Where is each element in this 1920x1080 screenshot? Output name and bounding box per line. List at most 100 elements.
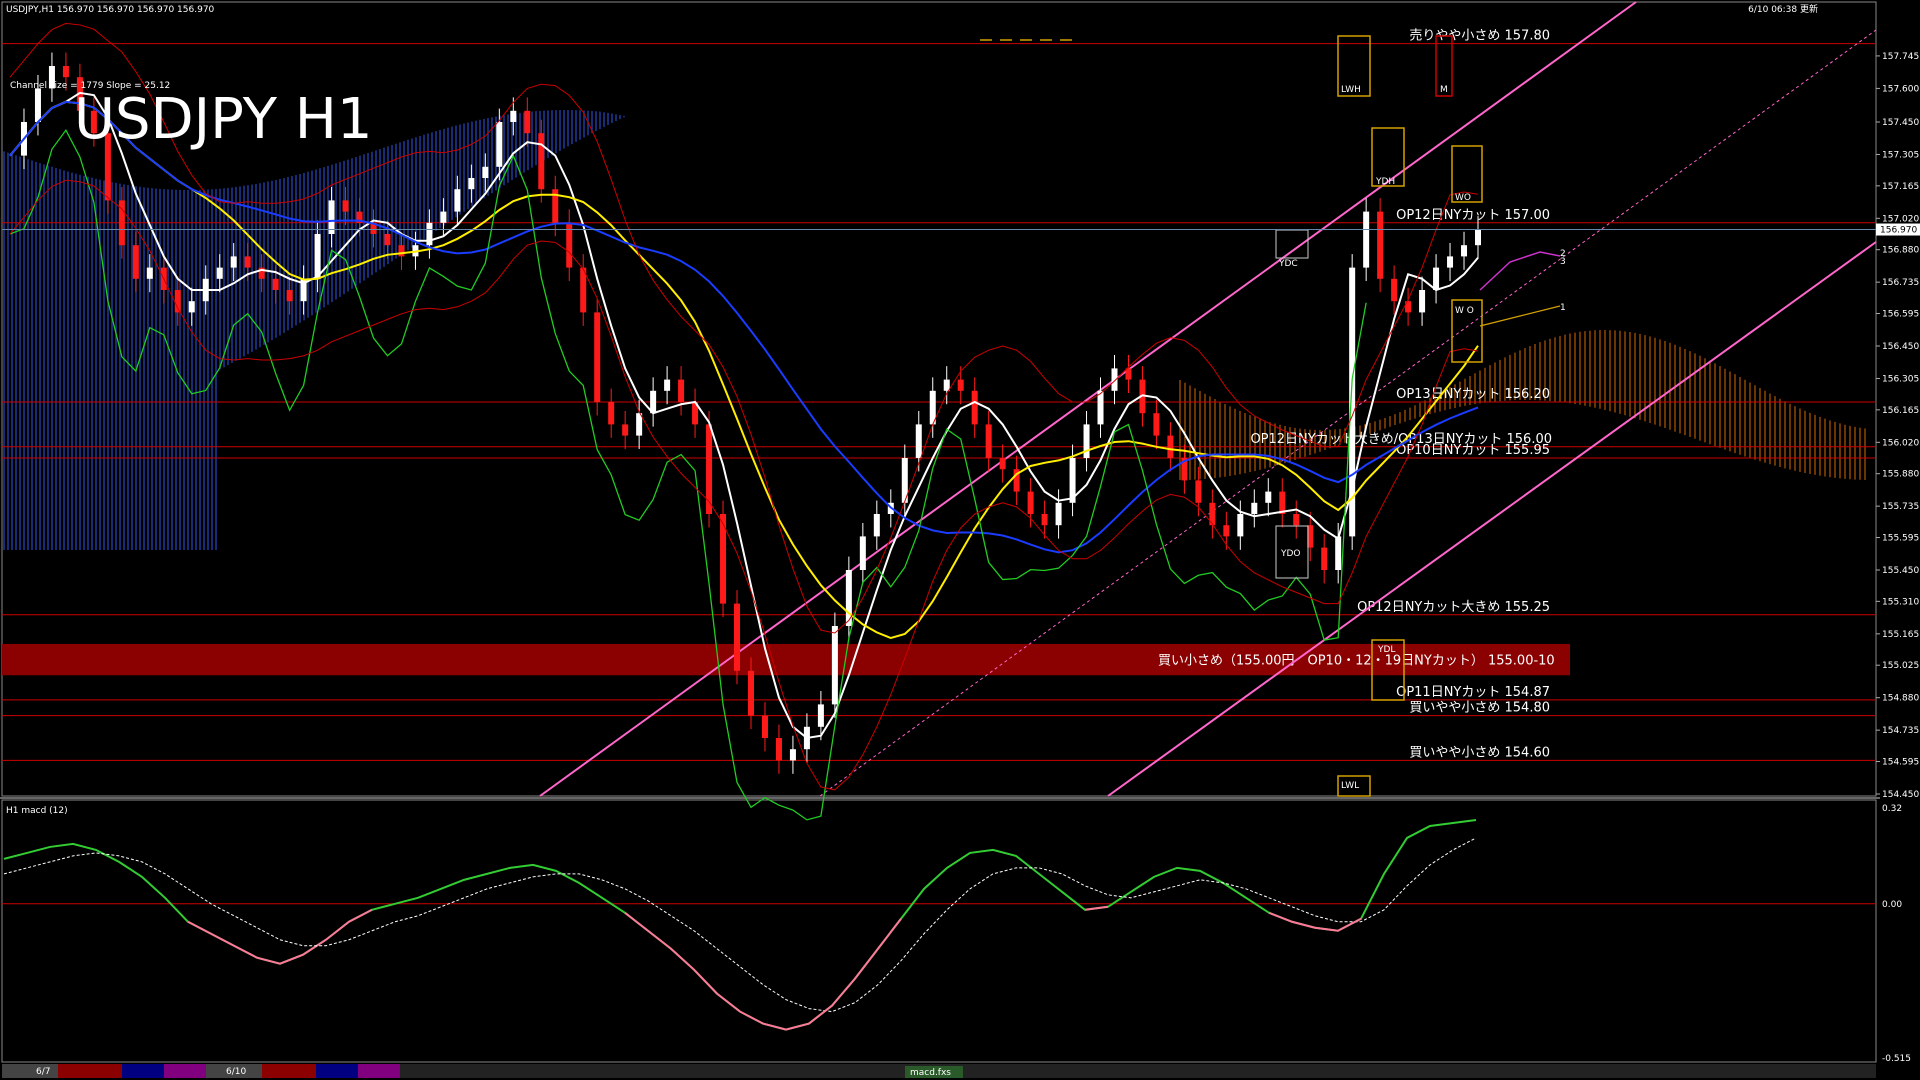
price-tick-label: 155.880: [1882, 470, 1919, 480]
candle-body: [622, 424, 629, 436]
candle-body: [328, 200, 335, 234]
candle-body: [1293, 514, 1300, 526]
level-label: 買いやや小さめ 154.60: [1409, 745, 1550, 760]
candle-body: [1237, 514, 1244, 537]
candle-body: [915, 424, 922, 458]
candle-body: [775, 738, 782, 761]
projection-label-3: 3: [1560, 257, 1566, 267]
bottom-bar-seg-4: [164, 1064, 206, 1078]
price-tick-label: 154.880: [1882, 694, 1919, 704]
candle-body: [985, 424, 992, 458]
candle-body: [342, 200, 349, 212]
candle-body: [1335, 536, 1342, 570]
level-label: 売りやや小さめ 157.80: [1409, 28, 1550, 44]
candle-body: [999, 458, 1006, 470]
candle-body: [859, 536, 866, 570]
price-tick-label: 154.595: [1882, 758, 1919, 768]
macd-title: H1 macd (12): [6, 806, 68, 816]
bottom-bar-seg-3: [122, 1064, 164, 1078]
current-price-label: 156.970: [1880, 226, 1917, 236]
price-tick-label: 156.450: [1882, 342, 1919, 352]
price-tick-label: 156.735: [1882, 278, 1919, 288]
price-tick-label: 155.735: [1882, 502, 1919, 512]
candle-body: [1447, 256, 1454, 268]
price-tick-label: 157.450: [1882, 118, 1919, 128]
bottom-bar-seg-8: [358, 1064, 400, 1078]
candle-body: [426, 222, 433, 246]
big-title: USDJPY H1: [74, 87, 372, 152]
price-tick-label: 157.600: [1882, 84, 1919, 94]
price-tick-label: 157.165: [1882, 182, 1919, 192]
candle-body: [454, 189, 461, 212]
candle-body: [971, 390, 978, 425]
box-m-top-label: M: [1440, 85, 1448, 95]
channel-mid-line: [819, 29, 1877, 797]
box-lwl-label: LWL: [1341, 781, 1359, 791]
candle-body: [1419, 290, 1426, 313]
candle-body: [747, 670, 754, 716]
candle-body: [706, 424, 713, 514]
price-tick-label: 155.595: [1882, 534, 1919, 544]
price-axis: 157.745 157.600 157.450 157.305 157.165 157.0…: [2, 52, 1919, 800]
price-tick-label: 154.450: [1882, 790, 1919, 800]
level-label: OP11日NYカット 154.87: [1396, 685, 1550, 700]
price-tick-label: 154.735: [1882, 726, 1919, 736]
candle-body: [496, 122, 503, 167]
candle-body: [188, 301, 195, 313]
candle-body: [761, 715, 768, 738]
box-wo-label: WO: [1455, 193, 1471, 203]
macd-signal-line: [3, 837, 1477, 1013]
bottom-bar-label-2: 6/10: [226, 1067, 246, 1077]
box-lwh-label: LWH: [1341, 85, 1361, 95]
price-tick-label: 155.310: [1882, 597, 1919, 607]
bottom-bar-seg-2: [58, 1064, 122, 1078]
ma-blue-line: [9, 100, 1479, 554]
bottom-bar-seg-6: [262, 1064, 316, 1078]
candle-body: [524, 110, 531, 134]
candle-body: [943, 379, 950, 391]
candle-body: [664, 379, 671, 391]
macd-tab-label[interactable]: macd.fxs: [910, 1068, 951, 1078]
macd-main-line: [3, 818, 1477, 1031]
projection-label-1: 1: [1560, 303, 1566, 313]
candle-body: [1223, 525, 1230, 537]
price-tick-label: 156.880: [1882, 246, 1919, 256]
macd-axis: 0.32 0.00 -0.515: [1882, 804, 1911, 1064]
buy-band-label: 買い小さめ（155.00円 OP10・12・19日NYカット） 155.00-1…: [1158, 654, 1555, 669]
candle-body: [1055, 502, 1062, 526]
level-label: OP13日NYカット 156.20: [1396, 387, 1550, 402]
price-tick-label: 157.745: [1882, 52, 1919, 62]
price-tick-label: 155.165: [1882, 630, 1919, 640]
bottom-bar-seg-7: [316, 1064, 358, 1078]
price-tick-label: 155.450: [1882, 566, 1919, 576]
price-tick-label: 156.020: [1882, 438, 1919, 448]
price-tick-label: 156.595: [1882, 310, 1919, 320]
candle-body: [398, 245, 405, 257]
candle-body: [510, 110, 517, 122]
macd-tick-label: 0.00: [1882, 900, 1902, 910]
candle-body: [1433, 267, 1440, 290]
level-label: OP10日NYカット 155.95: [1396, 443, 1550, 458]
candle-body: [1125, 368, 1132, 380]
price-tick-label: 155.025: [1882, 661, 1919, 671]
price-tick-label: 157.305: [1882, 150, 1919, 160]
box-ydc-label: YDC: [1278, 259, 1298, 269]
box-w-o-label: W O: [1455, 306, 1474, 316]
candle-body: [957, 379, 964, 391]
usdjpy-h1-chart: 買い小さめ（155.00円 OP10・12・19日NYカット） 155.00-1…: [0, 1, 1920, 1078]
candle-body: [440, 211, 447, 223]
level-label: OP12日NYカット大きめ 155.25: [1357, 600, 1550, 615]
candle-body: [272, 278, 279, 290]
candle-body: [831, 626, 838, 705]
candle-body: [1153, 413, 1160, 436]
macd-panel-frame: [1, 799, 1877, 1063]
candle-body: [146, 267, 153, 279]
price-tick-label: 156.305: [1882, 374, 1919, 384]
candle-body: [1167, 435, 1174, 458]
candle-body: [1377, 211, 1384, 279]
candle-body: [1391, 278, 1398, 302]
candle-body: [594, 312, 601, 402]
candle-body: [1265, 491, 1272, 503]
candle-body: [1083, 424, 1090, 458]
candle-body: [230, 256, 237, 268]
